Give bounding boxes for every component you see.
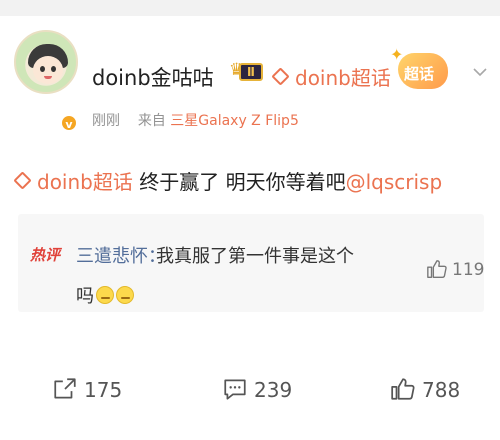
- diamond-icon: [13, 171, 32, 190]
- thumb-up-icon: [391, 378, 415, 400]
- post-time: 刚刚: [92, 113, 120, 129]
- comment-like-count: 119: [452, 260, 485, 280]
- repost-count: 175: [84, 378, 123, 402]
- diamond-icon: [271, 67, 290, 86]
- comment-like-button[interactable]: 119: [426, 258, 486, 282]
- source-prefix: 来自: [137, 113, 166, 129]
- repost-icon: [54, 378, 76, 399]
- post-meta: 刚刚 来自 三星Galaxy Z Flip5: [92, 110, 299, 130]
- chaohua-badge-label: 超话: [404, 65, 435, 83]
- hot-comment-tag: 热评: [30, 246, 61, 264]
- topic-link-label: doinb超话: [295, 66, 391, 90]
- post-body: 终于赢了 明天你等着吧: [132, 170, 346, 194]
- verified-badge-icon: v: [60, 114, 78, 132]
- top-divider: [0, 0, 500, 16]
- level-badge: Ⅱ: [239, 63, 263, 81]
- comment-icon: [224, 379, 246, 400]
- like-count: 788: [422, 378, 461, 402]
- author-name[interactable]: doinb金咕咕: [92, 62, 214, 92]
- comment-text: 我真服了第一件事是这个: [156, 246, 354, 267]
- device-link[interactable]: 三星Galaxy Z Flip5: [170, 113, 299, 129]
- thumb-up-icon: [427, 260, 447, 278]
- avatar[interactable]: [14, 30, 78, 94]
- comment-text-line2: 吗: [76, 282, 134, 308]
- comment-count: 239: [254, 378, 293, 402]
- avatar-eye: [40, 66, 45, 72]
- post-text: doinb超话 终于赢了 明天你等着吧@lqscrisp: [13, 166, 443, 195]
- comment-text-end: 吗: [76, 286, 94, 307]
- hot-comment[interactable]: 热评 三遣悲怀： 我真服了第一件事是这个 吗 119: [18, 214, 484, 312]
- chevron-down-icon[interactable]: [472, 64, 488, 80]
- comment-author[interactable]: 三遣悲怀：: [76, 242, 166, 268]
- post-topic-link[interactable]: doinb超话: [37, 170, 133, 194]
- avatar-face: [33, 56, 63, 84]
- mention-link[interactable]: @lqscrisp: [346, 170, 443, 194]
- chaohua-topic-link[interactable]: doinb超话: [271, 62, 391, 91]
- avatar-eye: [51, 66, 56, 72]
- confused-emoji-icon: [116, 286, 134, 304]
- smile-emoji-icon: [96, 286, 114, 304]
- crown-badge-icon[interactable]: ♛ Ⅱ: [229, 58, 263, 84]
- sparkle-icon: ✦: [390, 45, 404, 64]
- chaohua-badge[interactable]: ✦ 超话: [390, 45, 452, 93]
